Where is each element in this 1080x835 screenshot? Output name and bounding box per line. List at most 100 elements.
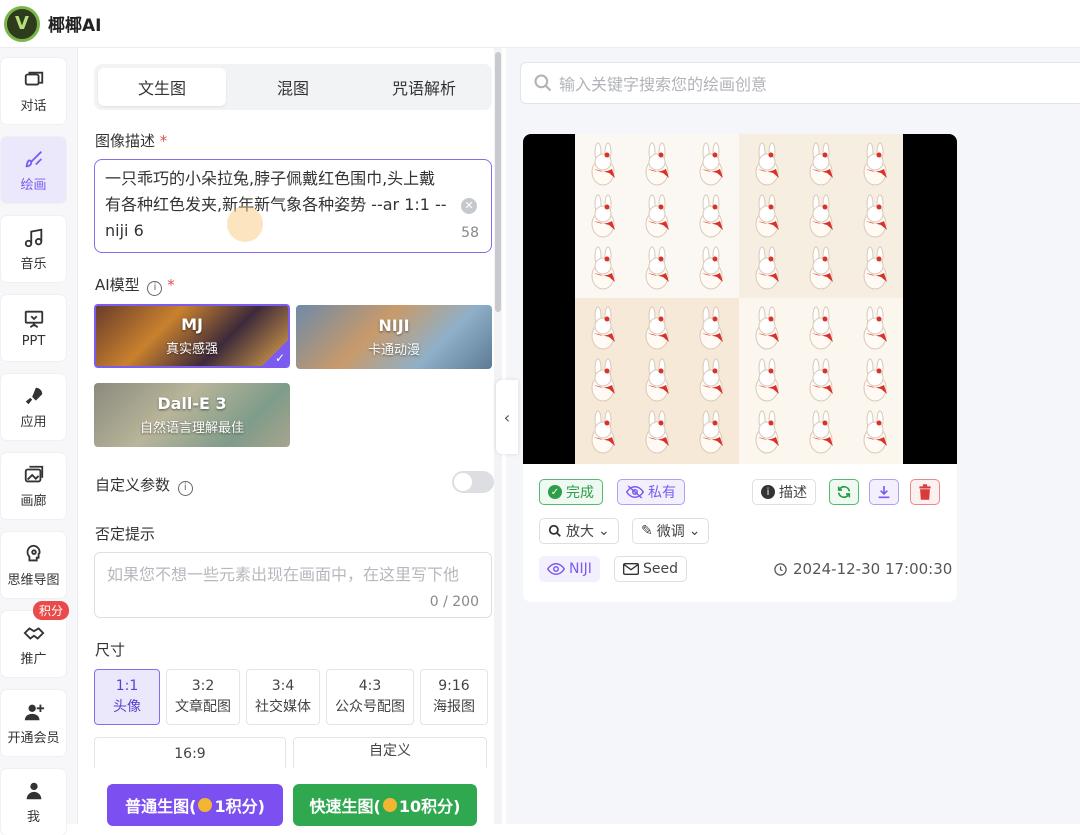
clear-icon[interactable]: ✕ (461, 198, 477, 214)
model-card-niji[interactable]: NIJI 卡通动漫 (296, 305, 492, 369)
seed-button[interactable]: Seed (614, 556, 687, 582)
negative-char-count: 0 / 200 (429, 594, 479, 610)
size-ratio: 16:9 (174, 746, 206, 762)
nav-label-gallery: 画廊 (20, 493, 47, 509)
negative-prompt-input[interactable]: 如果您不想一些元素出现在画面中，在这里写下他 0 / 200 (94, 552, 492, 618)
magic-wand-icon: ✎ (641, 523, 653, 539)
model-name: MJ (181, 315, 203, 334)
refresh-icon (837, 485, 851, 499)
panel-scrollbar-thumb[interactable] (495, 52, 501, 312)
tab-text-to-image[interactable]: 文生图 (98, 68, 226, 106)
nav-item-ppt[interactable]: PPT (1, 295, 66, 361)
download-button[interactable] (869, 479, 899, 505)
size-ratio: 9:16 (438, 678, 470, 694)
music-icon (24, 228, 42, 247)
gallery-icon (24, 465, 43, 482)
model-label-text: AI模型 (95, 276, 140, 294)
size-option-3-4[interactable]: 3:4 社交媒体 (246, 669, 320, 725)
delete-button[interactable] (910, 479, 940, 505)
nav-item-apps[interactable]: 应用 (1, 374, 66, 440)
eye-icon (547, 562, 565, 576)
size-option-9-16[interactable]: 9:16 海报图 (420, 669, 488, 725)
eye-off-icon (626, 485, 644, 499)
nav-label-mindmap: 思维导图 (7, 572, 60, 588)
model-subtitle: 自然语言理解最佳 (139, 421, 244, 436)
upscale-text: 放大 (566, 524, 594, 540)
info-icon[interactable]: i (177, 481, 193, 496)
nav-item-me[interactable]: 我 (1, 769, 66, 835)
seed-text: Seed (643, 561, 678, 577)
model-card-dalle[interactable]: Dall-E 3 自然语言理解最佳 (94, 383, 290, 447)
info-icon[interactable]: i (147, 281, 163, 296)
nav-item-gallery[interactable]: 画廊 (1, 453, 66, 519)
drawing-panel: 文生图 混图 咒语解析 图像描述 * 一只乖巧的小朵拉兔,脖子佩戴红色围巾,头上… (78, 48, 506, 826)
describe-button[interactable]: i 描述 (752, 479, 816, 505)
nav-item-chat[interactable]: 对话 (1, 58, 66, 124)
description-label: 图像描述 * (95, 130, 167, 151)
button-cost: 1积分) (214, 797, 265, 816)
clock-icon (774, 562, 787, 576)
presentation-icon (24, 310, 43, 328)
generated-image[interactable] (523, 134, 957, 464)
nav-item-music[interactable]: 音乐 (1, 216, 66, 282)
normal-generate-button[interactable]: 普通生图( 1积分) (107, 784, 283, 826)
user-plus-icon (24, 704, 44, 720)
size-ratio: 4:3 (358, 678, 382, 694)
describe-text: 描述 (779, 485, 807, 501)
nav-label-ppt: PPT (21, 333, 46, 349)
privacy-button[interactable]: 私有 (617, 479, 685, 505)
collapse-panel-button[interactable]: ‹ (496, 380, 518, 454)
app-logo[interactable]: V (4, 5, 40, 42)
size-name: 社交媒体 (255, 699, 311, 715)
model-tag: NIJI (539, 556, 600, 582)
description-input[interactable]: 一只乖巧的小朵拉兔,脖子佩戴红色围巾,头上戴有各种红色发夹,新年新气象各种姿势 … (94, 159, 492, 253)
required-mark: * (159, 132, 168, 150)
chat-icon (24, 71, 43, 85)
tab-blend[interactable]: 混图 (229, 68, 357, 106)
nav-item-membership[interactable]: 开通会员 (1, 690, 66, 756)
button-cost: 10积分) (398, 797, 461, 816)
upscale-dropdown[interactable]: 放大 ⌄ (539, 518, 619, 544)
model-card-mj[interactable]: MJ 真实感强 ✓ (94, 304, 290, 368)
size-option-4-3[interactable]: 4:3 公众号配图 (326, 669, 414, 725)
size-label: 尺寸 (95, 641, 126, 659)
mouse-cursor-highlight (227, 206, 263, 242)
nav-item-promote[interactable]: 积分 推广 (1, 601, 69, 677)
coin-icon (198, 798, 213, 812)
size-name: 头像 (113, 699, 141, 715)
search-icon (548, 524, 561, 537)
nav-label-me: 我 (26, 809, 40, 825)
search-placeholder: 输入关键字搜索您的绘画创意 (559, 75, 768, 94)
chevron-down-icon: ⌄ (598, 523, 610, 539)
tweak-text: 微调 (656, 524, 685, 540)
app-title: 椰椰AI (48, 16, 102, 36)
custom-params-toggle[interactable] (452, 471, 494, 493)
fast-generate-button[interactable]: 快速生图(10积分) (293, 784, 477, 826)
size-name: 海报图 (433, 699, 475, 715)
user-icon (26, 782, 41, 799)
size-name: 自定义 (369, 743, 411, 759)
nav-label-chat: 对话 (20, 98, 47, 114)
check-icon: ✓ (274, 351, 285, 365)
top-bar: V 椰椰AI (0, 0, 1080, 48)
button-label: 普通生图( (125, 797, 197, 816)
required-mark: * (167, 276, 175, 294)
nav-label-draw: 绘画 (20, 177, 47, 193)
nav-label-music: 音乐 (20, 256, 47, 272)
tab-prompt-analysis[interactable]: 咒语解析 (360, 68, 488, 106)
nav-item-mindmap[interactable]: 思维导图 (1, 532, 66, 598)
model-name: NIJI (378, 316, 410, 335)
size-option-1-1[interactable]: 1:1 头像 (94, 669, 160, 725)
description-text: 一只乖巧的小朵拉兔,脖子佩戴红色围巾,头上戴有各种红色发夹,新年新气象各种姿势 … (105, 169, 447, 240)
search-input[interactable]: 输入关键字搜索您的绘画创意 (520, 62, 1080, 104)
size-option-3-2[interactable]: 3:2 文章配图 (166, 669, 240, 725)
size-ratio: 3:2 (191, 678, 215, 694)
download-icon (878, 486, 890, 499)
brush-icon (25, 150, 42, 167)
nav-item-draw[interactable]: 绘画 (1, 137, 66, 203)
size-ratio: 1:1 (115, 678, 139, 694)
nav-label-promote: 推广 (20, 651, 47, 667)
generate-bar: 普通生图( 1积分) 快速生图(10积分) (78, 768, 496, 826)
regenerate-button[interactable] (829, 479, 859, 505)
tweak-dropdown[interactable]: ✎ 微调 ⌄ (632, 518, 710, 544)
